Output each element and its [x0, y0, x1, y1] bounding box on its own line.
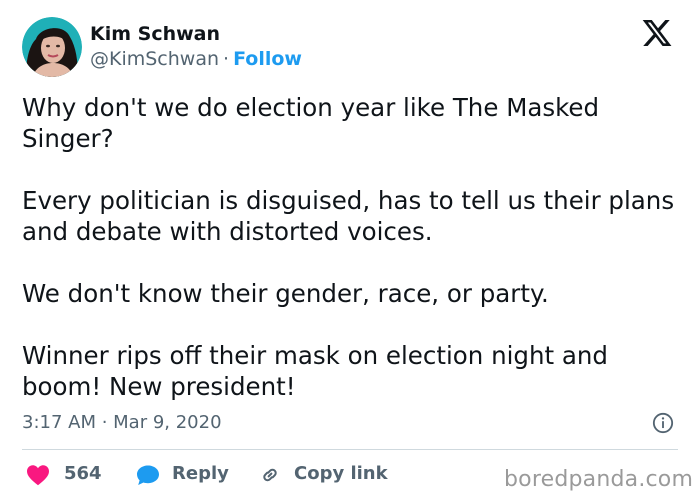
author-meta: @KimSchwan · Follow: [90, 47, 302, 71]
avatar-image: [22, 17, 82, 77]
like-count: 564: [64, 463, 102, 484]
copy-link-label: Copy link: [294, 463, 388, 484]
author-handle[interactable]: @KimSchwan: [90, 48, 219, 70]
heart-icon: [27, 465, 49, 486]
follow-button[interactable]: Follow: [233, 48, 302, 70]
info-icon[interactable]: [652, 412, 674, 434]
reply-label: Reply: [172, 463, 229, 484]
link-icon: [263, 468, 277, 482]
avatar[interactable]: [22, 17, 82, 77]
speech-bubble-icon: [137, 465, 159, 485]
author-name[interactable]: Kim Schwan: [90, 22, 220, 46]
watermark: boredpanda.com: [504, 467, 694, 492]
x-logo-icon[interactable]: [640, 17, 674, 49]
timestamp[interactable]: 3:17 AM · Mar 9, 2020: [22, 411, 222, 435]
tweet-card: Kim Schwan @KimSchwan · Follow Why don't w…: [0, 0, 700, 502]
divider: [22, 449, 678, 450]
tweet-text: Why don't we do election year like The M…: [22, 93, 675, 401]
separator-dot: ·: [223, 48, 230, 70]
